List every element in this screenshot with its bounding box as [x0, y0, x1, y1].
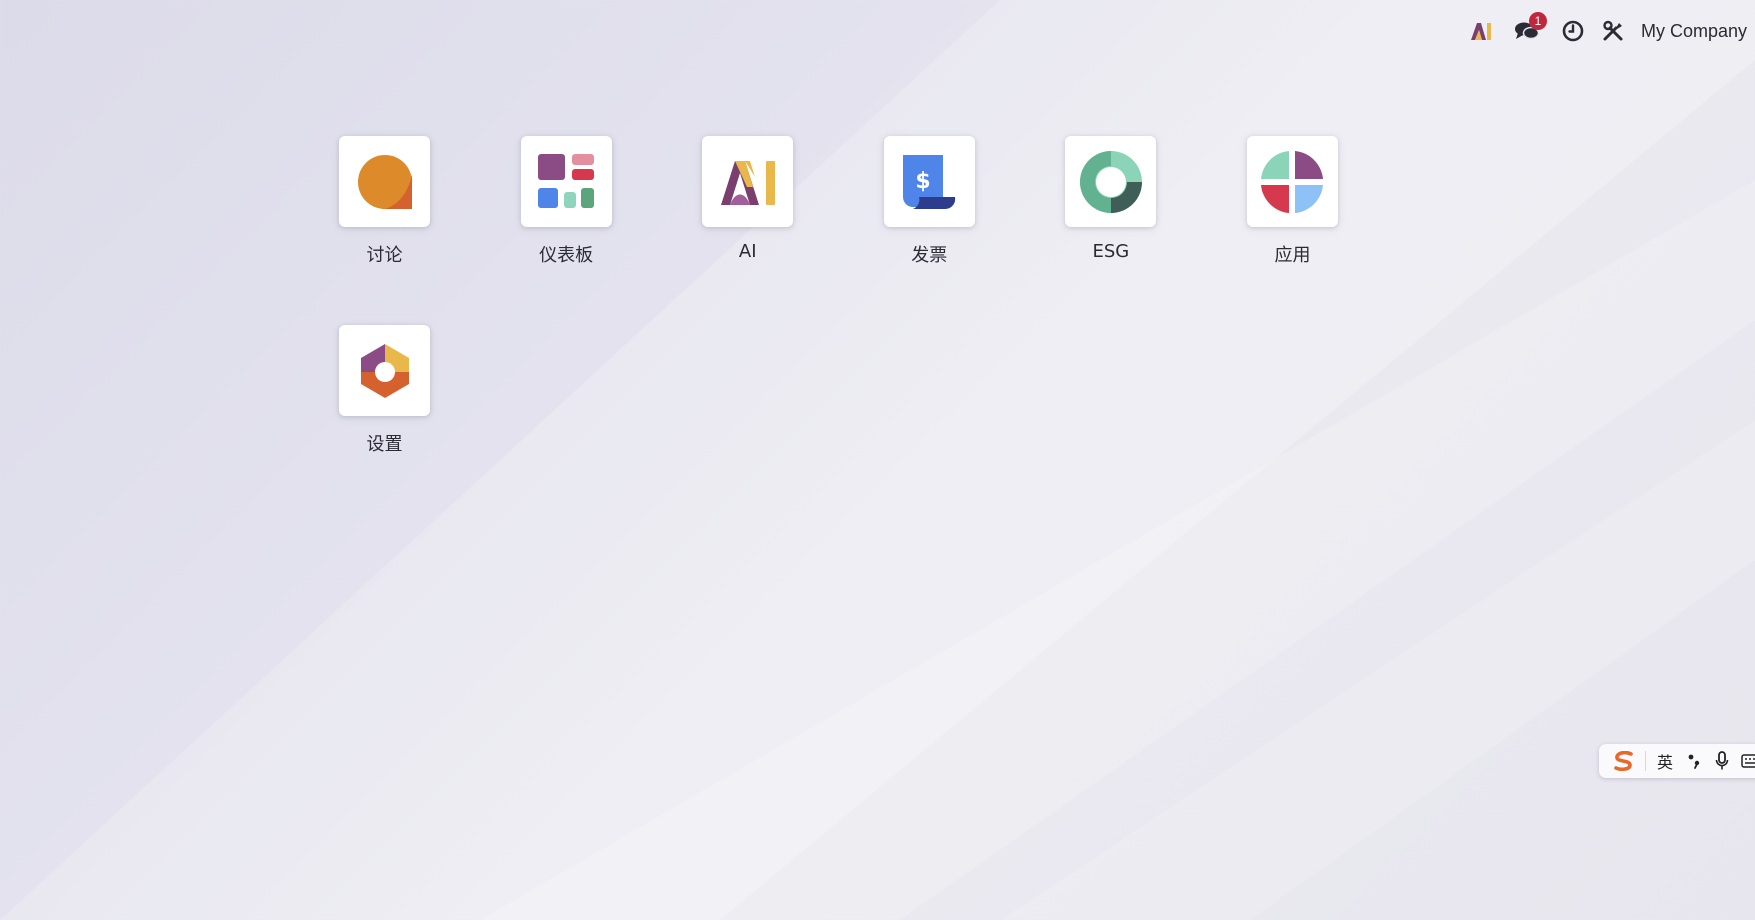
app-tile	[339, 325, 430, 416]
app-settings[interactable]: 设置	[339, 325, 430, 456]
app-label: 应用	[1274, 245, 1311, 266]
svg-text:$: $	[916, 169, 931, 194]
app-ai[interactable]: AI	[702, 136, 794, 267]
dashboard-icon	[538, 153, 595, 208]
invoice-icon: $	[903, 154, 956, 209]
app-dashboard[interactable]: 仪表板	[520, 136, 612, 267]
top-bar: 1 My Company	[1463, 12, 1751, 48]
sogou-logo-icon	[1614, 751, 1633, 771]
activity-button[interactable]	[1555, 14, 1591, 48]
esg-icon	[1079, 150, 1142, 213]
app-tile	[1246, 136, 1338, 227]
app-label: 发票	[911, 245, 948, 266]
app-tile	[702, 136, 794, 227]
app-discuss[interactable]: 讨论	[339, 136, 430, 267]
apps-icon	[1261, 150, 1324, 213]
tools-icon	[1603, 20, 1623, 41]
ime-keyboard-button[interactable]	[1736, 744, 1755, 778]
ime-logo-button[interactable]	[1607, 744, 1641, 778]
app-grid: 讨论 仪表板 AI $ 发票 ESG 应用 设置	[339, 136, 1349, 456]
ime-punctuation-button[interactable]	[1680, 744, 1708, 778]
app-label: AI	[738, 241, 757, 262]
debug-tools-button[interactable]	[1595, 14, 1631, 48]
app-invoice[interactable]: $ 发票	[883, 136, 975, 267]
app-label: 讨论	[366, 245, 403, 266]
company-switcher[interactable]: My Company	[1637, 21, 1751, 42]
ime-voice-button[interactable]	[1708, 744, 1736, 778]
messages-count-badge: 1	[1528, 12, 1547, 30]
app-apps[interactable]: 应用	[1246, 136, 1338, 267]
microphone-icon	[1715, 751, 1729, 770]
app-label: ESG	[1092, 241, 1130, 262]
app-tile	[1065, 136, 1157, 227]
divider	[1645, 751, 1646, 771]
ime-language-toggle[interactable]: 英	[1650, 744, 1680, 778]
ime-toolbar: 英	[1599, 744, 1755, 778]
ai-assistant-button[interactable]	[1463, 14, 1499, 48]
punctuation-icon	[1688, 754, 1700, 769]
ai-icon	[720, 160, 775, 205]
app-tile	[520, 136, 612, 227]
app-label: 设置	[366, 434, 403, 455]
keyboard-icon	[1741, 754, 1755, 768]
settings-icon	[360, 343, 409, 398]
app-tile: $	[883, 136, 975, 227]
discuss-icon	[357, 154, 412, 209]
app-tile	[339, 136, 430, 227]
app-label: 仪表板	[539, 245, 594, 266]
messages-button[interactable]: 1	[1505, 12, 1549, 48]
app-esg[interactable]: ESG	[1065, 136, 1157, 267]
ai-logo-icon	[1470, 23, 1491, 40]
clock-icon	[1562, 20, 1584, 42]
